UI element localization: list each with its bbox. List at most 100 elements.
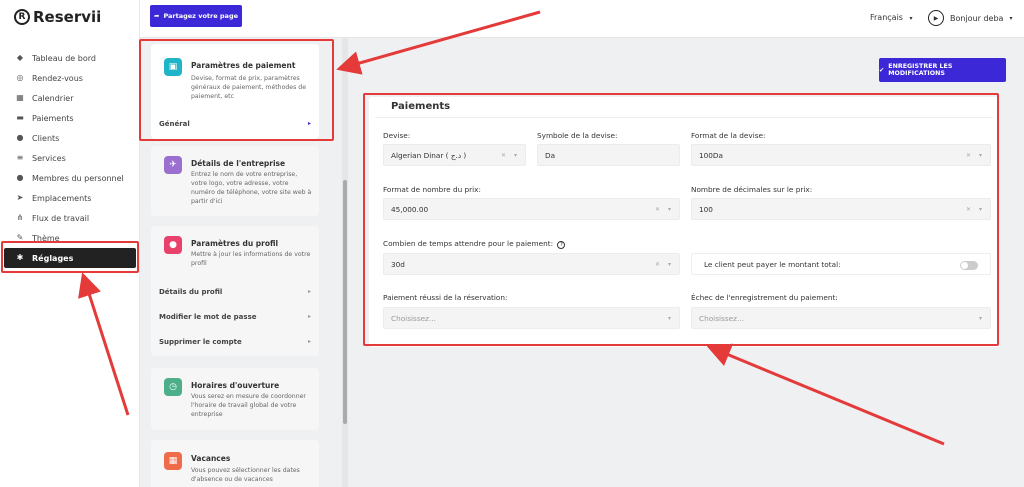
share-page-button[interactable]: ➦ Partagez votre page (150, 5, 242, 27)
settings-card-vacation[interactable]: ▦ Vacances Vous pouvez sélectionner les … (151, 440, 319, 487)
clear-icon[interactable]: ✕ (655, 206, 660, 213)
number-format-select[interactable]: 45,000.00 ✕ ▾ (383, 198, 680, 220)
share-icon: ➦ (153, 12, 160, 20)
payment-success-label: Paiement réussi de la réservation: (383, 293, 508, 302)
rocket-icon: ✈ (164, 156, 182, 174)
wait-time-value: 30d (391, 259, 405, 269)
headset-icon: ◎ (16, 73, 24, 82)
card-icon: ▬ (16, 113, 24, 122)
sidebar-item-label: Emplacements (32, 193, 92, 203)
sidebar-item-settings[interactable]: ✱ Réglages (4, 248, 136, 268)
sub-item-label: Général (159, 120, 190, 128)
settings-card-company[interactable]: ✈ Détails de l'entreprise Entrez le nom … (151, 146, 319, 216)
settings-sub-delete-account[interactable]: Supprimer le compte ▸ (159, 338, 311, 346)
sidebar-item-staff[interactable]: ● Membres du personnel (0, 168, 140, 188)
payment-failure-placeholder: Choisissez... (699, 313, 744, 323)
chevron-right-icon: ▸ (307, 313, 311, 320)
chevron-down-icon: ▾ (1009, 14, 1013, 22)
card-desc: Devise, format de prix, paramètres génér… (191, 75, 307, 100)
logo-text: Reservii (33, 8, 102, 26)
card-title: Détails de l'entreprise (191, 159, 286, 168)
sidebar-item-label: Services (32, 153, 66, 163)
clear-icon[interactable]: ✕ (966, 152, 971, 159)
payment-success-select[interactable]: Choisissez... ▾ (383, 307, 680, 329)
settings-card-payment[interactable]: ▣ Paramètres de paiement Devise, format … (151, 44, 319, 139)
panel-title: Paiements (391, 101, 451, 112)
location-icon: ➤ (16, 193, 24, 202)
chevron-right-icon: ▸ (307, 120, 311, 127)
gear-icon: ✱ (16, 253, 24, 262)
logo[interactable]: R Reservii (14, 8, 101, 26)
settings-list: ▣ Paramètres de paiement Devise, format … (140, 38, 342, 487)
decimals-label: Nombre de décimales sur le prix: (691, 185, 813, 194)
settings-scrollbar[interactable] (342, 38, 348, 487)
payment-failure-select[interactable]: Choisissez... ▾ (691, 307, 991, 329)
help-icon[interactable]: ? (557, 241, 566, 249)
settings-sub-general[interactable]: Général ▸ (159, 120, 311, 128)
language-label: Français (870, 13, 903, 22)
settings-card-hours[interactable]: ◷ Horaires d'ouverture Vous serez en mes… (151, 368, 319, 430)
user-icon: ● (164, 236, 182, 254)
chevron-down-icon: ▾ (909, 15, 913, 22)
currency-format-select[interactable]: 100Da ✕ ▾ (691, 144, 991, 166)
settings-card-profile[interactable]: ● Paramètres du profil Mettre à jour les… (151, 226, 319, 356)
currency-label: Devise: (383, 131, 411, 140)
users-icon: ● (16, 133, 24, 142)
sidebar-item-clients[interactable]: ● Clients (0, 128, 140, 148)
sidebar-item-services[interactable]: ≡ Services (0, 148, 140, 168)
currency-symbol-value: Da (545, 150, 556, 160)
sidebar-item-label: Tableau de bord (32, 53, 96, 63)
sidebar-item-theme[interactable]: ✎ Thème (0, 228, 140, 248)
sidebar-item-payments[interactable]: ▬ Paiements (0, 108, 140, 128)
list-icon: ≡ (16, 153, 24, 162)
avatar: ▶ (928, 10, 944, 26)
decimals-value: 100 (699, 204, 713, 214)
settings-sub-change-password[interactable]: Modifier le mot de passe ▸ (159, 313, 311, 321)
sidebar-nav: ◆ Tableau de bord ◎ Rendez-vous ▦ Calendrie… (0, 48, 140, 268)
clear-icon[interactable]: ✕ (655, 261, 660, 268)
language-selector[interactable]: Français ▾ (870, 13, 913, 22)
sidebar-item-calendar[interactable]: ▦ Calendrier (0, 88, 140, 108)
card-desc: Vous pouvez sélectionner les dates d'abs… (191, 467, 300, 483)
flow-icon: ⋔ (16, 213, 24, 222)
calendar-icon: ▦ (164, 452, 182, 470)
card-title: Paramètres de paiement (191, 61, 296, 70)
currency-symbol-input[interactable]: Da (537, 144, 680, 166)
sidebar-item-label: Calendrier (32, 93, 74, 103)
card-title: Horaires d'ouverture (191, 381, 280, 390)
sidebar-item-label: Clients (32, 133, 60, 143)
chevron-down-icon: ▾ (667, 315, 671, 322)
chevron-down-icon: ▾ (978, 152, 982, 159)
card-desc: Entrez le nom de votre entreprise, votre… (191, 171, 312, 205)
clock-icon: ◷ (164, 378, 182, 396)
sidebar: R Reservii ◆ Tableau de bord ◎ Rendez-vous… (0, 0, 140, 487)
save-changes-button[interactable]: ✔ ENREGISTRER LES MODIFICATIONS (879, 58, 1006, 82)
sidebar-item-locations[interactable]: ➤ Emplacements (0, 188, 140, 208)
sidebar-item-workflows[interactable]: ⋔ Flux de travail (0, 208, 140, 228)
user-menu[interactable]: ▶ Bonjour deba ▾ (928, 10, 1012, 26)
wait-time-select[interactable]: 30d ✕ ▾ (383, 253, 680, 275)
number-format-value: 45,000.00 (391, 204, 429, 214)
full-payment-toggle[interactable] (960, 261, 978, 270)
currency-value: Algerian Dinar ( د.ج ) (391, 150, 467, 160)
sidebar-item-dashboard[interactable]: ◆ Tableau de bord (0, 48, 140, 68)
clear-icon[interactable]: ✕ (966, 206, 971, 213)
wallet-icon: ▣ (164, 58, 182, 76)
sub-item-label: Détails du profil (159, 288, 223, 296)
currency-select[interactable]: Algerian Dinar ( د.ج ) ✕ ▾ (383, 144, 526, 166)
settings-sub-profile-details[interactable]: Détails du profil ▸ (159, 288, 311, 296)
sidebar-item-appointments[interactable]: ◎ Rendez-vous (0, 68, 140, 88)
decimals-select[interactable]: 100 ✕ ▾ (691, 198, 991, 220)
annotation-arrow-right (706, 343, 945, 446)
chevron-down-icon: ▾ (667, 206, 671, 213)
number-format-label: Format de nombre du prix: (383, 185, 481, 194)
full-payment-label: Le client peut payer le montant total: (704, 259, 841, 269)
chevron-down-icon: ▾ (513, 152, 517, 159)
wait-time-label: Combien de temps attendre pour le paieme… (383, 239, 566, 249)
clear-icon[interactable]: ✕ (501, 152, 506, 159)
sidebar-item-label: Rendez-vous (32, 73, 83, 83)
scrollbar-thumb[interactable] (343, 180, 347, 424)
topbar: ➦ Partagez votre page Français ▾ ▶ Bonjo… (140, 0, 1024, 38)
logo-mark-icon: R (14, 9, 30, 25)
currency-symbol-label: Symbole de la devise: (537, 131, 618, 140)
